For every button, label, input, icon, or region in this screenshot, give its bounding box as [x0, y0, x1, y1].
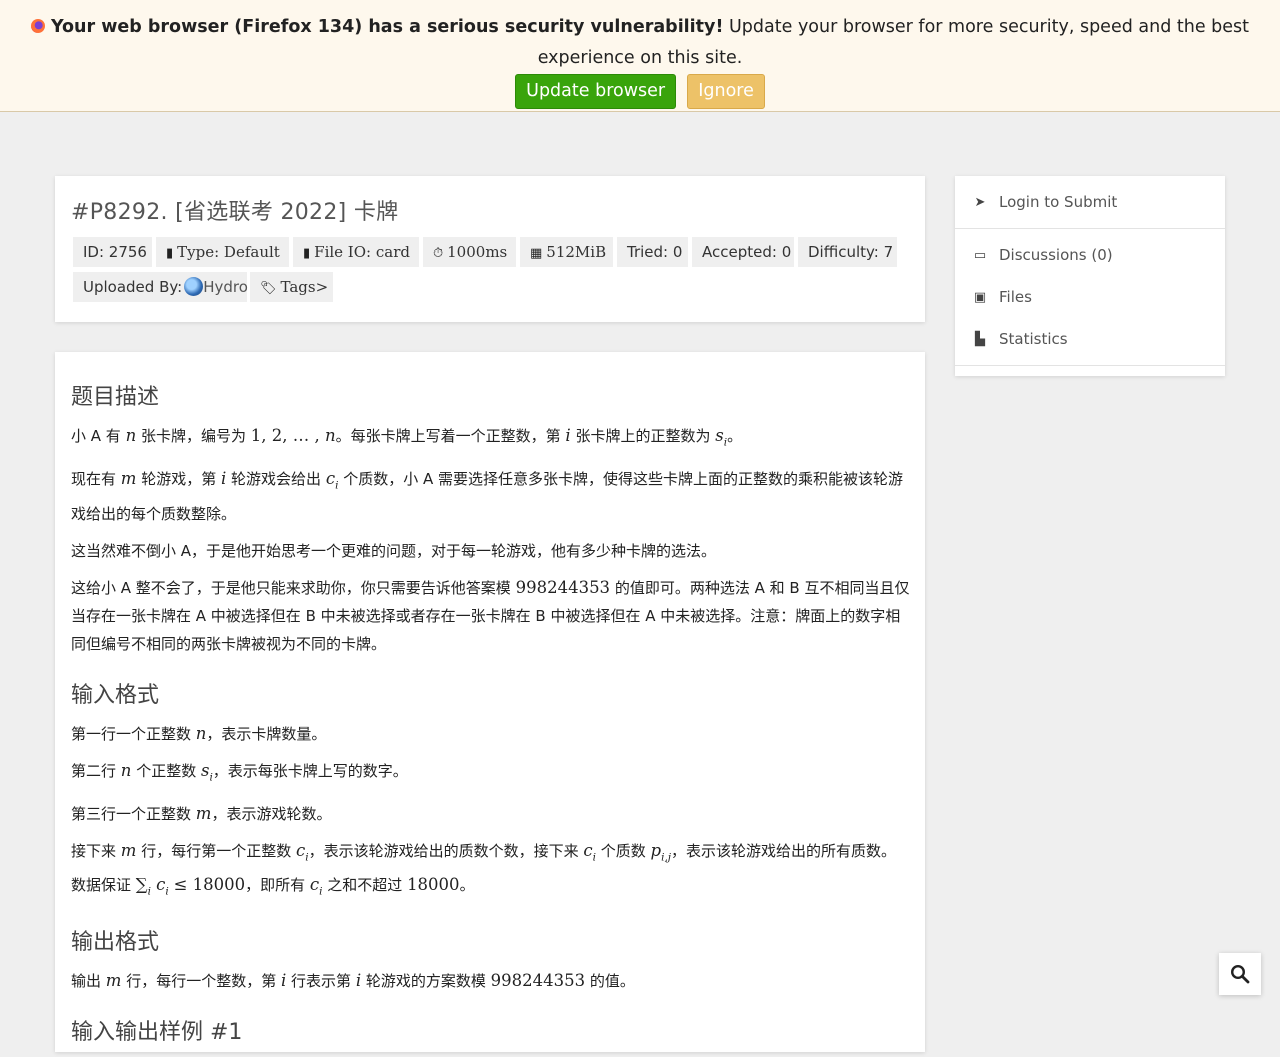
section-heading-description: 题目描述: [71, 385, 160, 410]
comment-icon: ▭: [973, 247, 987, 263]
send-icon: ➤: [974, 194, 986, 210]
image-file-icon: ▣: [973, 289, 987, 305]
sidebar-divider: [955, 365, 1225, 366]
tags-toggle[interactable]: 🏷 Tags>: [250, 272, 333, 302]
paragraph: 接下来 m 行，每行第一个正整数 ci，表示该轮游戏给出的质数个数，接下来 ci…: [71, 840, 897, 898]
sidebar: ➤ Login to Submit ▭ Discussions (0) ▣ Files…: [955, 176, 1225, 376]
chip-time-limit: ⏱ 1000ms: [423, 237, 516, 267]
discussions-label: Discussions (0): [999, 246, 1113, 264]
paragraph: 第三行一个正整数 m，表示游戏轮数。: [71, 803, 332, 823]
statistics-label: Statistics: [999, 330, 1068, 348]
search-icon: [1230, 964, 1250, 984]
problem-content-card: 题目描述 小 A 有 n 张卡牌，编号为 1, 2, … , n。每张卡牌上写着…: [55, 352, 925, 1052]
login-label: Login to Submit: [999, 193, 1118, 211]
chip-tried-label: Tried: 0: [627, 243, 683, 261]
banner-bold-text: Your web browser (Firefox 134) has a ser…: [50, 17, 724, 37]
firefox-icon: [30, 19, 45, 33]
login-to-submit-link[interactable]: ➤ Login to Submit: [973, 190, 1118, 214]
paragraph: 这当然难不倒小 A，于是他开始思考一个更难的问题，对于每一轮游戏，他有多少种卡牌…: [71, 541, 717, 560]
tags-label: Tags>: [280, 278, 329, 296]
file-icon: ▮: [303, 246, 311, 261]
paragraph: 这给小 A 整不会了，于是他只能来求助你，你只需要告诉他答案模 99824435…: [71, 577, 910, 653]
chip-tried: Tried: 0: [617, 237, 688, 267]
uploader-link[interactable]: Hydro: [203, 278, 248, 296]
chip-memory-label: 512MiB: [546, 243, 607, 261]
chip-time-label: 1000ms: [447, 243, 508, 261]
bar-chart-icon: ▙: [975, 331, 985, 347]
files-label: Files: [999, 288, 1032, 306]
chip-fileio-label: File IO: card: [314, 243, 410, 261]
search-button[interactable]: [1219, 953, 1261, 995]
chip-id-label: ID: 2756: [83, 243, 147, 261]
sidebar-item-discussions[interactable]: ▭ Discussions (0): [973, 243, 1113, 267]
chip-type-label: Type: Default: [177, 243, 280, 261]
book-icon: ▮: [166, 246, 174, 261]
section-heading-output: 输出格式: [71, 930, 160, 956]
update-browser-button[interactable]: Update browser: [515, 74, 677, 109]
browser-update-banner: Your web browser (Firefox 134) has a ser…: [0, 0, 1280, 112]
banner-message: Your web browser (Firefox 134) has a ser…: [20, 12, 1260, 74]
memory-icon: ▦: [530, 246, 543, 261]
chip-type: ▮ Type: Default: [156, 237, 289, 267]
chip-accepted-label: Accepted: 0: [702, 243, 792, 261]
uploaded-by-label: Uploaded By:: [83, 278, 183, 296]
chip-uploaded-by: Uploaded By: Hydro: [73, 272, 248, 302]
chip-difficulty: Difficulty: 7: [798, 237, 897, 267]
paragraph: 输出 m 行，每行一个整数，第 i 行表示第 i 轮游戏的方案数模 998244…: [71, 971, 635, 991]
chip-difficulty-label: Difficulty: 7: [808, 243, 894, 261]
chip-id: ID: 2756: [73, 237, 152, 267]
paragraph: 第一行一个正整数 n，表示卡牌数量。: [71, 723, 327, 743]
stopwatch-icon: ⏱: [433, 246, 444, 261]
sidebar-divider: [955, 228, 1225, 229]
paragraph: 现在有 m 轮游戏，第 i 轮游戏会给出 ci 个质数，小 A 需要选择任意多张…: [71, 469, 903, 523]
section-heading-sample: 输入输出样例 #1: [71, 1020, 243, 1046]
tag-icon: 🏷: [260, 281, 277, 296]
page-title: #P8292. [省选联考 2022] 卡牌: [71, 200, 399, 225]
section-heading-input: 输入格式: [71, 682, 160, 708]
avatar: [184, 277, 204, 296]
problem-statement: 题目描述 小 A 有 n 张卡牌，编号为 1, 2, … , n。每张卡牌上写着…: [71, 378, 911, 1057]
ignore-button[interactable]: Ignore: [687, 74, 765, 109]
chip-memory-limit: ▦ 512MiB: [520, 237, 613, 267]
problem-header-card: #P8292. [省选联考 2022] 卡牌 ID: 2756 ▮ Type: D…: [55, 176, 925, 322]
chip-accepted: Accepted: 0: [692, 237, 794, 267]
paragraph: 小 A 有 n 张卡牌，编号为 1, 2, … , n。每张卡牌上写着一个正整数…: [71, 426, 743, 449]
sidebar-item-files[interactable]: ▣ Files: [973, 285, 1032, 309]
paragraph: 第二行 n 个正整数 si，表示每张卡牌上写的数字。: [71, 760, 408, 783]
sidebar-item-statistics[interactable]: ▙ Statistics: [973, 327, 1068, 351]
chip-fileio: ▮ File IO: card: [293, 237, 419, 267]
banner-buttons: Update browser Ignore: [0, 74, 1280, 114]
